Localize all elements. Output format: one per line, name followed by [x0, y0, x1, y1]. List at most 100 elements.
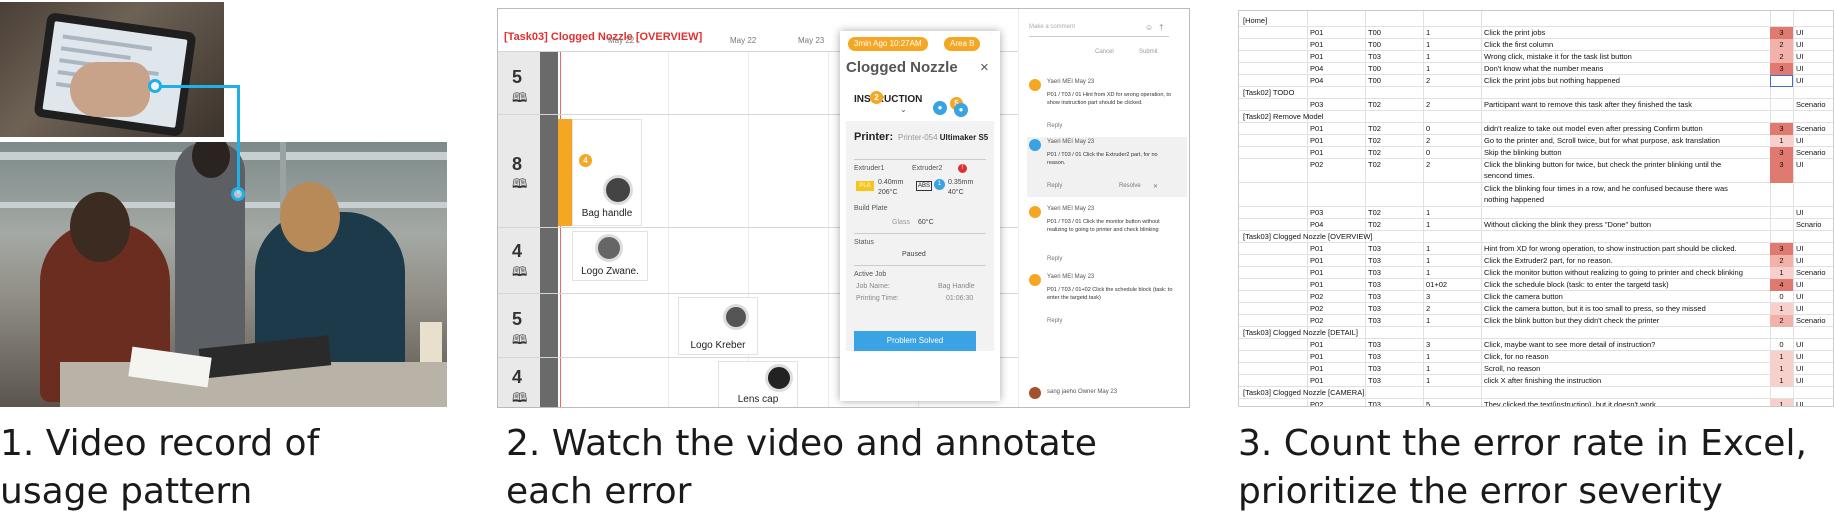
category-cell: Scenario — [1796, 100, 1826, 109]
caption-step2: 2. Watch the video and annotate each err… — [506, 423, 1097, 512]
description-cell: Click the print jobs — [1484, 28, 1546, 37]
category-cell: UI — [1796, 280, 1804, 289]
sheet-section-header: [Home] — [1239, 15, 1833, 27]
reply-link[interactable]: Reply — [1047, 256, 1062, 262]
task-title: [Task03] Clogged Nozzle [OVERVIEW] — [504, 31, 703, 43]
count-cell: 3 — [1426, 340, 1431, 349]
e1-size: 0.40mm — [878, 179, 904, 186]
severity-cell: 1 — [1770, 351, 1793, 363]
count-cell: 1 — [1426, 316, 1431, 325]
task-cell: T03 — [1368, 292, 1381, 301]
severity-cell: 1 — [1770, 267, 1793, 279]
participant-cell: P02 — [1310, 304, 1324, 313]
date-label: May 23 — [798, 36, 825, 45]
emoji-icon[interactable]: ☺ — [1145, 23, 1153, 32]
sheet-row: P03 T02 2 Participant want to remove this t… — [1239, 99, 1833, 111]
pin-icon[interactable]: † — [1159, 23, 1163, 32]
reply-link[interactable]: Reply — [1047, 183, 1062, 189]
category-cell: UI — [1796, 136, 1804, 145]
callout-line — [160, 85, 240, 88]
comment-item: Yaeri MEI May 23 P01 / T03 / 01 Hint fro… — [1027, 77, 1187, 137]
category-cell: UI — [1796, 244, 1804, 253]
problem-solved-button[interactable]: Problem Solved — [854, 331, 976, 351]
build-plate-label: Build Plate — [854, 205, 888, 212]
close-icon[interactable]: × — [980, 59, 989, 76]
description-line: nothing happened — [1484, 195, 1545, 204]
submit-button[interactable]: Submit — [1139, 49, 1158, 55]
description-cell: Go to the printer and, Scroll twice, but… — [1484, 136, 1720, 145]
category-cell: UI — [1796, 304, 1804, 313]
sheet-row: P04 T02 1 Without clicking the blink they p… — [1239, 219, 1833, 231]
sheet-row: P02 T03 2 Click the camera button, but it i… — [1239, 303, 1833, 315]
participant-cell: P01 — [1310, 256, 1324, 265]
avatar — [1029, 79, 1041, 91]
trash-icon[interactable]: ✕ — [1153, 183, 1158, 190]
description-cell: Click the camera button — [1484, 292, 1563, 301]
task-cell: T03 — [1368, 364, 1381, 373]
issue-pin-blue[interactable]: 1 — [934, 179, 945, 190]
description-cell: Click the print jobs but nothing happene… — [1484, 76, 1620, 85]
count-cell: 1 — [1426, 52, 1431, 61]
description-cell: Click, maybe want to see more detail of … — [1484, 340, 1656, 349]
task-cell: T00 — [1368, 64, 1381, 73]
comment-item: Yaeri MEI May 23 P01 / T03 / 01 Click th… — [1027, 204, 1187, 269]
modal-title: Clogged Nozzle — [846, 59, 958, 76]
sheet-row: P01 T00 1 Click the print jobs 3 UI — [1239, 27, 1833, 39]
job-card[interactable]: Logo Kreber — [678, 297, 758, 355]
job-label: Logo Kreber — [690, 340, 746, 351]
task-cell: T02 — [1368, 208, 1381, 217]
sheet-row: P01 T03 1 Click the Extruder2 part, for no … — [1239, 255, 1833, 267]
status-label: Status — [854, 239, 874, 246]
task-cell: T03 — [1368, 268, 1381, 277]
severity-cell — [1770, 75, 1793, 87]
description-cell: Click, for no reason — [1484, 352, 1549, 361]
camera-icon[interactable]: ● — [933, 101, 947, 115]
category-cell: UI — [1796, 364, 1804, 373]
task-cell: T03 — [1368, 376, 1381, 385]
reply-link[interactable]: Reply — [1047, 318, 1062, 324]
category-cell: UI — [1796, 28, 1804, 37]
comments-panel: Make a comment ☺ † Cancel Submit Yaeri M… — [1018, 9, 1189, 407]
resolve-link[interactable]: Resolve — [1119, 183, 1141, 189]
job-card[interactable]: 4 Bag handle — [572, 119, 642, 226]
description-cell: Click the Extruder2 part, for no reason. — [1484, 256, 1613, 265]
comment-text: P01 / T03 / 01 Hint from XD for wrong op… — [1047, 92, 1172, 106]
extruder2-label[interactable]: Extruder2 — [912, 165, 942, 172]
job-card[interactable]: Lens cap — [718, 361, 798, 407]
chevron-down-icon[interactable]: ⌄ — [900, 105, 907, 114]
job-card[interactable]: Logo Zwane. — [572, 231, 648, 281]
sheet-row: P04 T00 1 Don't know what the number means 3… — [1239, 63, 1833, 75]
sheet-row: P01 T02 0 Skip the blinking button 3 Scenario — [1239, 147, 1833, 159]
blink-icon[interactable]: ● — [954, 103, 968, 117]
avatar — [1029, 206, 1041, 218]
severity-cell — [1770, 183, 1793, 207]
description-cell: Hint from XD for wrong operation, to sho… — [1484, 244, 1737, 253]
sheet-section-header: [Task02] TODO — [1239, 87, 1833, 99]
instruction-toggle[interactable]: INSTRUCTION — [854, 94, 922, 105]
category-cell: Scenario — [1796, 316, 1826, 325]
caption-step1: 1. Video record of usage pattern — [0, 423, 320, 512]
issue-pin[interactable]: 4 — [579, 154, 592, 167]
category-cell: UI — [1796, 160, 1804, 169]
panel-video-record — [0, 0, 460, 420]
task-cell: T03 — [1368, 280, 1381, 289]
issue-pin[interactable]: 2 — [870, 91, 883, 104]
extruder1-label[interactable]: Extruder1 — [854, 165, 884, 172]
cancel-button[interactable]: Cancel — [1095, 49, 1114, 55]
comment-item: Yaeri MEI May 23 P01 / T03 / 01+02 Click… — [1027, 272, 1187, 337]
issue-modal: 3min Ago 10:27AM Area B Clogged Nozzle ×… — [840, 31, 1000, 401]
category-cell: UI — [1796, 52, 1804, 61]
bag-handle-icon — [603, 175, 633, 205]
count-cell: 1 — [1426, 64, 1431, 73]
participant-cell: P01 — [1310, 364, 1324, 373]
severity-cell: 0 — [1779, 340, 1784, 349]
reply-link[interactable]: Reply — [1047, 123, 1062, 129]
sheet-row: P02 T03 1 Click the blink button but they d… — [1239, 315, 1833, 327]
task-cell: T02 — [1368, 100, 1381, 109]
participant-cell: P04 — [1310, 220, 1324, 229]
abs-badge: ABS — [916, 181, 932, 191]
avatar — [1029, 387, 1041, 399]
sheet-section-header: [Task03] Clogged Nozzle [OVERVIEW] — [1239, 231, 1833, 243]
sheet-row: P03 T02 1 UI — [1239, 207, 1833, 219]
severity-cell: 3 — [1770, 243, 1793, 255]
